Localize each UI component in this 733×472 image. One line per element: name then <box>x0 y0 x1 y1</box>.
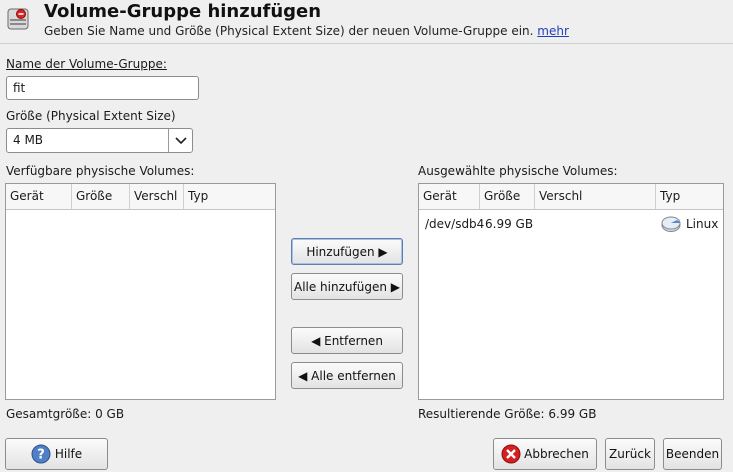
selected-volumes-label: Ausgewählte physische Volumes: <box>418 164 618 178</box>
help-icon: ? <box>31 444 51 464</box>
column-header-type[interactable]: Typ <box>656 184 723 209</box>
back-button[interactable]: Zurück <box>605 438 655 470</box>
column-header-type[interactable]: Typ <box>184 184 275 209</box>
available-volumes-table[interactable]: Gerät Größe Verschl Typ <box>5 183 276 400</box>
column-header-size[interactable]: Größe <box>72 184 130 209</box>
page-title: Volume-Gruppe hinzufügen <box>44 1 322 22</box>
available-volumes-label: Verfügbare physische Volumes: <box>6 164 195 178</box>
header-divider <box>0 43 733 44</box>
remove-button[interactable]: ◀ Entfernen <box>291 327 403 354</box>
add-button[interactable]: Hinzufügen ▶ <box>291 238 403 265</box>
volume-group-name-input[interactable]: fit <box>6 76 199 100</box>
cancel-button[interactable]: Abbrechen <box>493 438 597 470</box>
resulting-size: Resultierende Größe: 6.99 GB <box>418 407 597 421</box>
column-header-lock[interactable]: Verschl <box>130 184 184 209</box>
add-all-button[interactable]: Alle hinzufügen ▶ <box>291 273 403 300</box>
column-header-device[interactable]: Gerät <box>6 184 72 209</box>
remove-all-button[interactable]: ◀ Alle entfernen <box>291 362 403 389</box>
extent-size-value: 4 MB <box>13 133 44 147</box>
svg-text:?: ? <box>37 448 45 463</box>
available-total-size: Gesamtgröße: 0 GB <box>6 407 125 421</box>
finish-button[interactable]: Beenden <box>663 438 722 470</box>
more-link[interactable]: mehr <box>537 24 569 38</box>
table-row[interactable]: /dev/sdb4 6.99 GB Linux <box>419 210 723 236</box>
name-label-text: Name der Volume-Gruppe: <box>6 57 167 71</box>
help-label: Hilfe <box>54 447 83 461</box>
chevron-down-icon[interactable] <box>168 129 192 152</box>
extent-size-select[interactable]: 4 MB <box>6 128 193 153</box>
table-header: Gerät Größe Verschl Typ <box>6 184 275 210</box>
column-header-lock[interactable]: Verschl <box>535 184 656 209</box>
page-subtitle: Geben Sie Name und Größe (Physical Exten… <box>44 24 569 38</box>
help-button[interactable]: ? Hilfe <box>5 438 108 470</box>
table-header: Gerät Größe Verschl Typ <box>419 184 723 210</box>
cell-device: /dev/sdb4 <box>425 217 485 231</box>
cancel-icon <box>501 444 521 464</box>
column-header-size[interactable]: Größe <box>480 184 535 209</box>
size-label: Größe (Physical Extent Size) <box>6 109 176 123</box>
cell-size: 6.99 GB <box>485 217 534 231</box>
column-header-device[interactable]: Gerät <box>419 184 480 209</box>
selected-volumes-table[interactable]: Gerät Größe Verschl Typ /dev/sdb4 6.99 G… <box>418 183 724 400</box>
disk-add-icon <box>6 6 30 32</box>
disk-icon <box>661 215 681 233</box>
cancel-label: Abbrechen <box>524 447 589 461</box>
name-label: Name der Volume-Gruppe: <box>6 57 167 71</box>
cell-type: Linux <box>686 217 719 231</box>
subtitle-text: Geben Sie Name und Größe (Physical Exten… <box>44 24 534 38</box>
